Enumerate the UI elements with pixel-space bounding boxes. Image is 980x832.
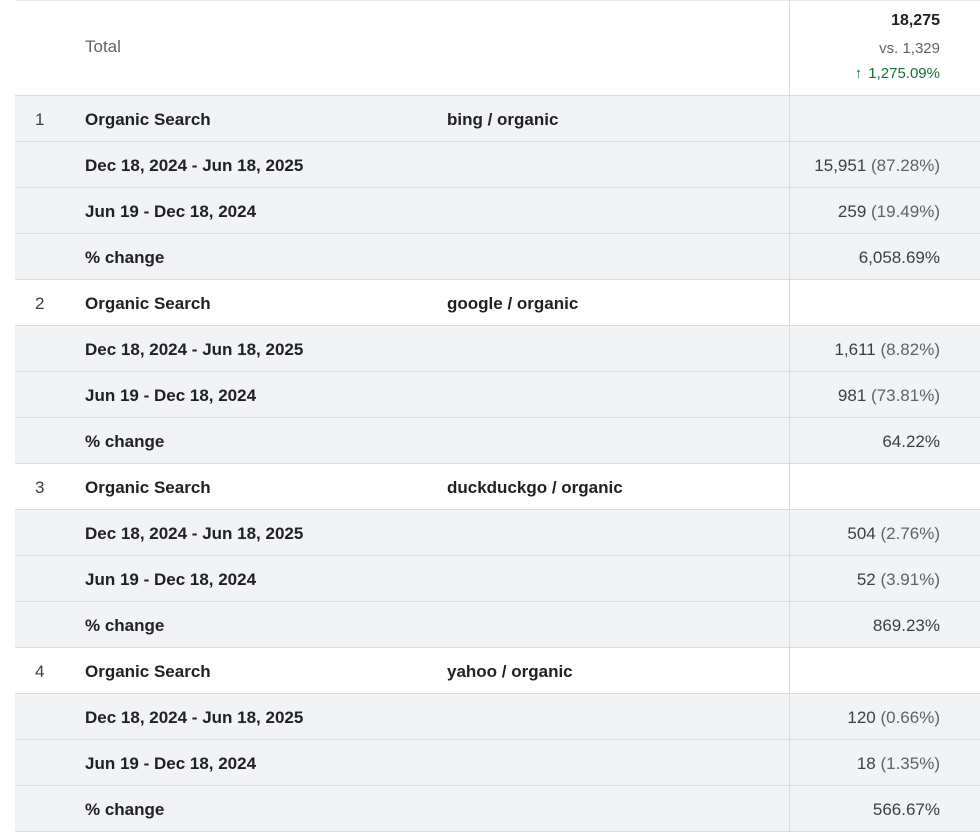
total-change-value: 1,275.09% — [868, 65, 940, 82]
metric-share: (87.28%) — [871, 156, 940, 175]
table-row-previous-period: Jun 19 - Dec 18, 2024 18 (1.35%) — [15, 740, 980, 786]
metric-value: 259 — [837, 202, 867, 221]
metric-share: (8.82%) — [880, 340, 940, 359]
table-row-change: % change 6,058.69% — [15, 234, 980, 280]
metric-share: (73.81%) — [871, 386, 940, 405]
metric-value: 120 — [847, 708, 876, 727]
total-row: Total 18,275 vs. 1,329 ↑ 1,275.09% — [15, 0, 980, 96]
period-label: Jun 19 - Dec 18, 2024 — [85, 202, 257, 221]
total-change: ↑ 1,275.09% — [855, 65, 940, 82]
period-label: Jun 19 - Dec 18, 2024 — [85, 570, 257, 589]
table-row-current-period: Dec 18, 2024 - Jun 18, 2025 120 (0.66%) — [15, 694, 980, 740]
metric-value: 52 — [856, 570, 876, 589]
change-value: 566.67% — [872, 800, 940, 819]
table-row: 3 Organic Search duckduckgo / organic — [15, 464, 980, 510]
metric-share: (19.49%) — [871, 202, 940, 221]
source-medium-cell: yahoo / organic — [447, 662, 573, 681]
table-row-change: % change 64.22% — [15, 418, 980, 464]
row-rank: 1 — [35, 110, 45, 129]
period-label: Dec 18, 2024 - Jun 18, 2025 — [85, 524, 304, 543]
table-row-previous-period: Jun 19 - Dec 18, 2024 52 (3.91%) — [15, 556, 980, 602]
metric-value: 18 — [856, 754, 876, 773]
period-label: Jun 19 - Dec 18, 2024 — [85, 386, 257, 405]
metric-share: (0.66%) — [880, 708, 940, 727]
arrow-up-icon: ↑ — [854, 65, 863, 82]
change-value: 869.23% — [872, 616, 940, 635]
table-row-previous-period: Jun 19 - Dec 18, 2024 981 (73.81%) — [15, 372, 980, 418]
source-medium-cell: duckduckgo / organic — [447, 478, 623, 497]
metric-cell: 1,611 (8.82%) — [834, 340, 940, 360]
metric-value: 15,951 — [814, 156, 867, 175]
source-medium-cell: google / organic — [447, 294, 579, 313]
source-medium-cell: bing / organic — [447, 110, 559, 129]
channel-group-cell: Organic Search — [85, 662, 211, 681]
metric-share: (3.91%) — [880, 570, 940, 589]
channel-group-cell: Organic Search — [85, 478, 211, 497]
table-row-current-period: Dec 18, 2024 - Jun 18, 2025 504 (2.76%) — [15, 510, 980, 556]
change-label: % change — [85, 432, 165, 451]
channel-group-cell: Organic Search — [85, 294, 211, 313]
metric-share: (2.76%) — [880, 524, 940, 543]
metric-cell: 981 (73.81%) — [838, 386, 940, 406]
column-divider — [789, 0, 790, 832]
period-label: Dec 18, 2024 - Jun 18, 2025 — [85, 340, 304, 359]
change-label: % change — [85, 616, 165, 635]
row-rank: 2 — [35, 294, 45, 313]
table-row-current-period: Dec 18, 2024 - Jun 18, 2025 15,951 (87.28… — [15, 142, 980, 188]
metric-cell: 15,951 (87.28%) — [814, 156, 940, 176]
table-row-current-period: Dec 18, 2024 - Jun 18, 2025 1,611 (8.82%) — [15, 326, 980, 372]
metric-value: 981 — [837, 386, 867, 405]
table-row: 2 Organic Search google / organic — [15, 280, 980, 326]
metric-value: 504 — [847, 524, 876, 543]
metric-cell: 120 (0.66%) — [847, 708, 940, 728]
metric-cell: 52 (3.91%) — [857, 570, 940, 590]
change-value: 6,058.69% — [858, 248, 940, 267]
metric-cell: 259 (19.49%) — [838, 202, 940, 222]
metric-cell: 504 (2.76%) — [847, 524, 940, 544]
period-label: Dec 18, 2024 - Jun 18, 2025 — [85, 708, 304, 727]
change-label: % change — [85, 800, 165, 819]
table-row: 1 Organic Search bing / organic — [15, 96, 980, 142]
channel-group-cell: Organic Search — [85, 110, 211, 129]
change-label: % change — [85, 248, 165, 267]
metric-share: (1.35%) — [880, 754, 940, 773]
period-label: Dec 18, 2024 - Jun 18, 2025 — [85, 156, 304, 175]
total-value: 18,275 — [891, 12, 940, 29]
metric-value: 1,611 — [834, 340, 876, 359]
table-row-change: % change 869.23% — [15, 602, 980, 648]
period-label: Jun 19 - Dec 18, 2024 — [85, 754, 257, 773]
table-row: 4 Organic Search yahoo / organic — [15, 648, 980, 694]
total-comparison: vs. 1,329 — [879, 40, 940, 57]
row-rank: 3 — [35, 478, 45, 497]
change-value: 64.22% — [882, 432, 940, 451]
metric-cell: 18 (1.35%) — [857, 754, 940, 774]
report-table: Total 18,275 vs. 1,329 ↑ 1,275.09% 1 Organ… — [0, 0, 980, 832]
table-row-change: % change 566.67% — [15, 786, 980, 832]
total-label: Total — [85, 37, 121, 56]
row-rank: 4 — [35, 662, 45, 681]
table-row-previous-period: Jun 19 - Dec 18, 2024 259 (19.49%) — [15, 188, 980, 234]
